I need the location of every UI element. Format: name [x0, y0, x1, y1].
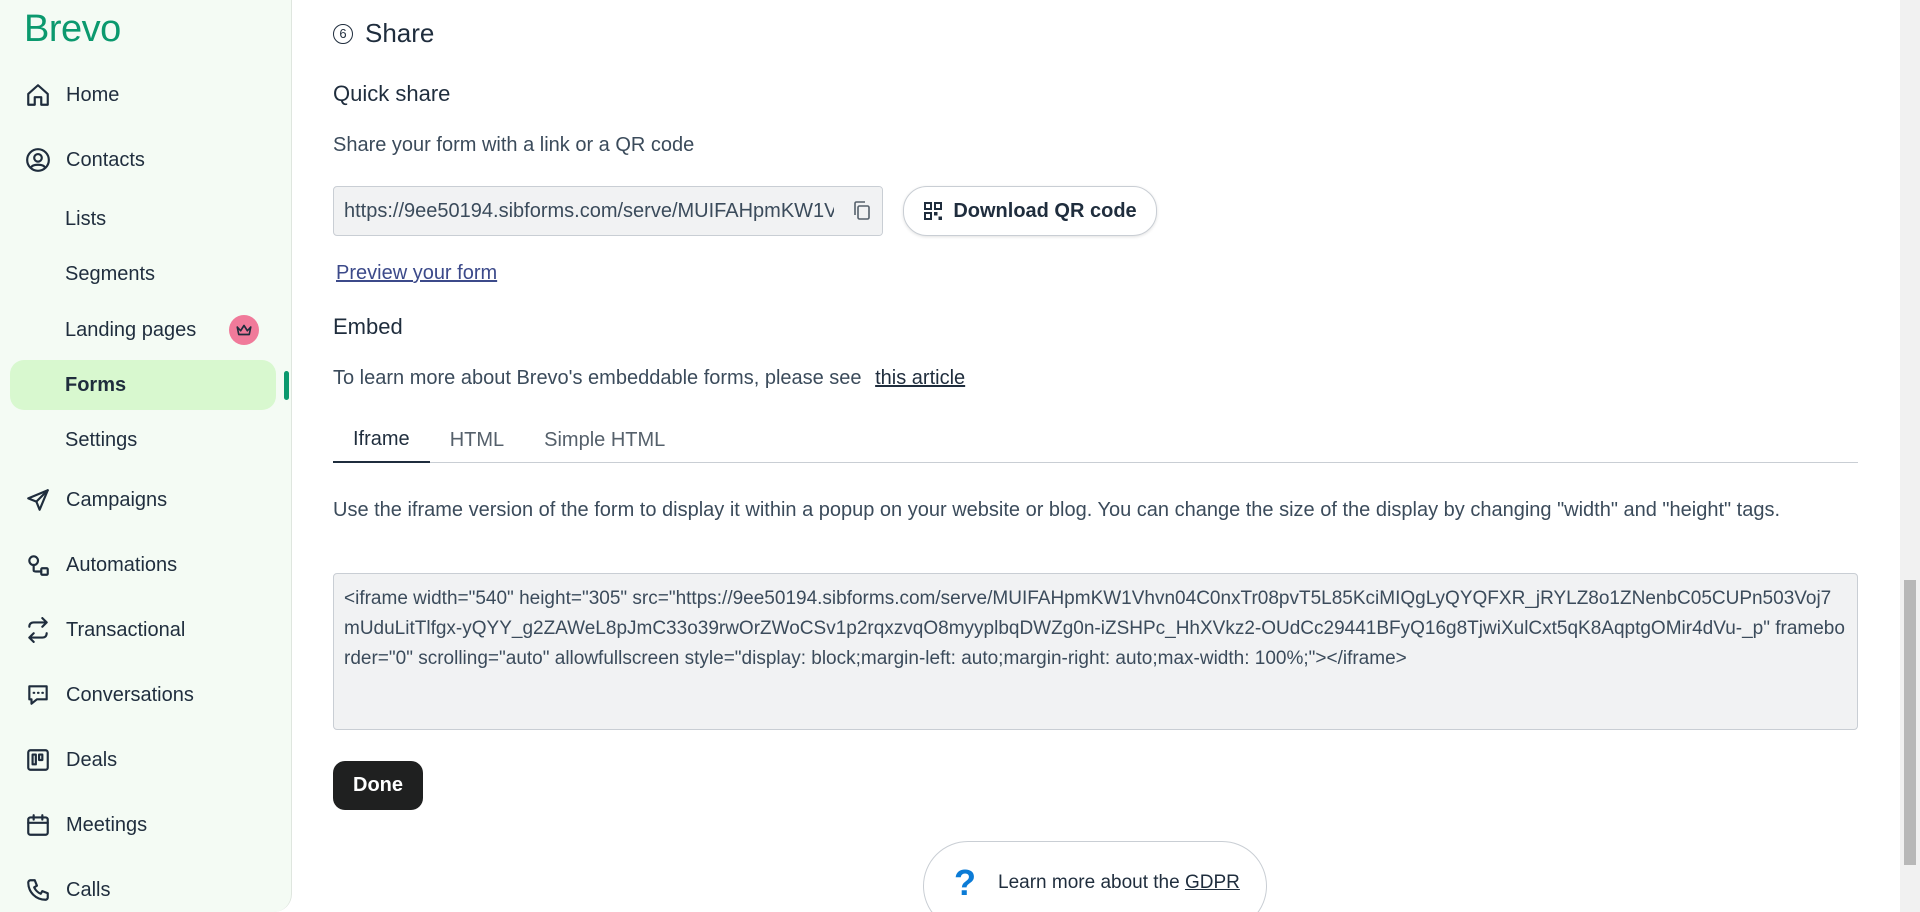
gdpr-text: Learn more about the GDPR	[998, 868, 1240, 898]
step-number: 6	[333, 23, 353, 44]
this-article-link[interactable]: this article	[875, 367, 965, 389]
question-icon: ?	[954, 862, 976, 903]
sidebar: Brevo Home Contacts Lists Segments Landi…	[0, 0, 292, 912]
sidebar-item-label: Campaigns	[66, 488, 168, 511]
preview-form-wrapper: Preview your form	[336, 262, 497, 285]
share-url-field	[333, 186, 883, 236]
sidebar-item-label: Conversations	[66, 683, 194, 706]
copy-url-button[interactable]	[842, 187, 882, 235]
sidebar-item-settings[interactable]: Settings	[10, 415, 276, 465]
arrows-swap-icon	[24, 616, 52, 644]
sidebar-item-label: Calls	[66, 878, 111, 901]
embed-tabs: Iframe HTML Simple HTML	[333, 418, 1858, 463]
sidebar-item-label: Contacts	[66, 148, 145, 171]
brevo-logo[interactable]: Brevo	[24, 8, 121, 51]
crown-icon	[229, 315, 259, 345]
gdpr-label: Learn more about the	[998, 872, 1180, 893]
sidebar-item-label: Forms	[65, 373, 127, 396]
calendar-icon	[24, 811, 52, 839]
sidebar-item-label: Home	[66, 83, 120, 106]
preview-form-link[interactable]: Preview your form	[336, 262, 497, 284]
sidebar-item-label: Meetings	[66, 813, 148, 836]
gdpr-banner: ? Learn more about the GDPR	[923, 841, 1267, 912]
step-title: 6 Share	[333, 18, 434, 49]
phone-icon	[24, 876, 52, 904]
step-title-text: Share	[365, 18, 435, 48]
quick-share-description: Share your form with a link or a QR code	[333, 134, 695, 156]
board-icon	[24, 746, 52, 774]
sidebar-item-label: Automations	[66, 553, 178, 576]
embed-code-box[interactable]: <iframe width="540" height="305" src="ht…	[333, 573, 1858, 730]
active-indicator	[284, 371, 289, 400]
sidebar-item-transactional[interactable]: Transactional	[10, 605, 276, 655]
tab-html[interactable]: HTML	[430, 418, 524, 463]
sidebar-item-meetings[interactable]: Meetings	[10, 800, 276, 850]
scrollbar-thumb[interactable]	[1904, 580, 1916, 865]
sidebar-item-forms[interactable]: Forms	[10, 360, 276, 410]
sidebar-item-deals[interactable]: Deals	[10, 735, 276, 785]
sidebar-item-label: Segments	[65, 262, 156, 285]
share-section: 6 Share Quick share Share your form with…	[333, 0, 1858, 912]
embed-heading: Embed	[333, 314, 403, 339]
done-button[interactable]: Done	[333, 761, 423, 810]
sidebar-item-calls[interactable]: Calls	[10, 865, 276, 912]
download-qr-code-label: Download QR code	[953, 199, 1137, 222]
chat-icon	[24, 681, 52, 709]
iframe-description: Use the iframe version of the form to di…	[333, 499, 1781, 521]
gdpr-link[interactable]: GDPR	[1185, 872, 1240, 893]
sidebar-item-contacts[interactable]: Contacts	[10, 135, 276, 185]
sidebar-item-conversations[interactable]: Conversations	[10, 670, 276, 720]
copy-icon	[854, 201, 870, 220]
embed-description: To learn more about Brevo's embeddable f…	[333, 367, 965, 390]
page-scrollbar[interactable]	[1900, 0, 1920, 912]
sidebar-item-label: Landing pages	[65, 318, 197, 341]
tab-iframe[interactable]: Iframe	[333, 418, 430, 463]
quick-share-heading: Quick share	[333, 81, 451, 106]
qr-code-icon	[924, 202, 943, 220]
share-url-input[interactable]	[334, 199, 834, 223]
sidebar-item-segments[interactable]: Segments	[10, 249, 276, 299]
sidebar-item-label: Deals	[66, 748, 118, 771]
automation-icon	[24, 551, 52, 579]
sidebar-item-label: Settings	[65, 428, 138, 451]
embed-description-text: To learn more about Brevo's embeddable f…	[333, 367, 862, 389]
user-circle-icon	[24, 146, 52, 174]
sidebar-item-label: Transactional	[66, 618, 186, 641]
sidebar-item-automations[interactable]: Automations	[10, 540, 276, 590]
sidebar-item-home[interactable]: Home	[10, 70, 276, 120]
sidebar-item-lists[interactable]: Lists	[10, 194, 276, 244]
home-icon	[24, 81, 52, 109]
download-qr-code-button[interactable]: Download QR code	[903, 186, 1157, 236]
sidebar-item-campaigns[interactable]: Campaigns	[10, 475, 276, 525]
sidebar-item-label: Lists	[65, 207, 107, 230]
tab-simple-html[interactable]: Simple HTML	[524, 418, 685, 463]
send-icon	[24, 486, 52, 514]
